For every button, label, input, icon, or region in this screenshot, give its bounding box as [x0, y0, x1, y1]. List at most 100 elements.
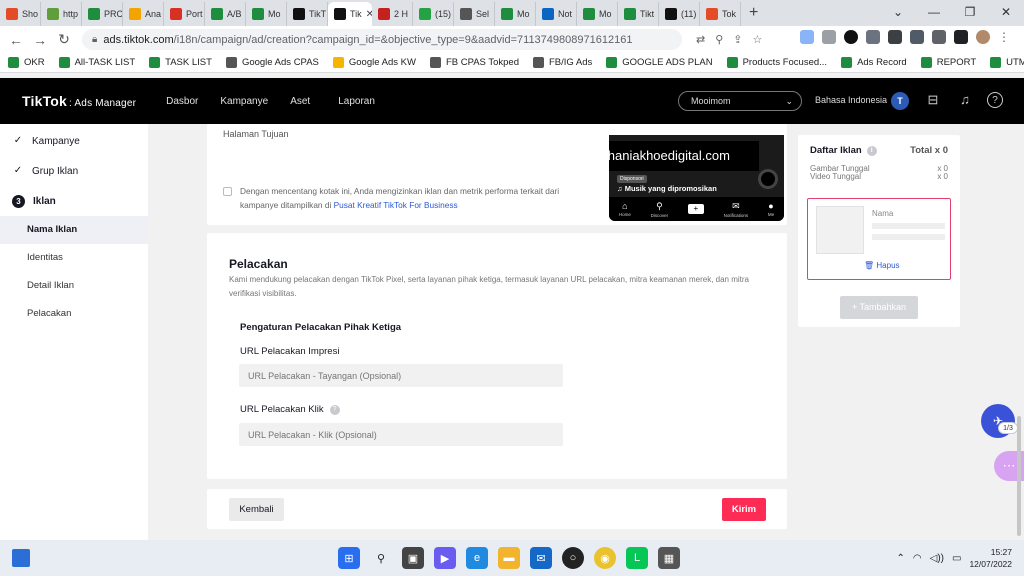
creative-center-link[interactable]: Pusat Kreatif TikTok For Business: [334, 200, 458, 210]
user-avatar[interactable]: T: [891, 92, 909, 110]
browser-tab[interactable]: Tikt: [618, 2, 659, 26]
extension-icon[interactable]: [844, 30, 858, 44]
back-arrow-icon[interactable]: ←: [4, 32, 28, 48]
bookmark-item[interactable]: Google Ads KW: [332, 57, 416, 68]
ad-item-card[interactable]: Nama 🗑︎ Hapus: [807, 198, 951, 280]
forward-arrow-icon[interactable]: →: [28, 32, 52, 48]
page-scrollbar[interactable]: [1017, 416, 1021, 536]
minimize-button[interactable]: —: [916, 0, 952, 26]
help-icon[interactable]: ?: [987, 92, 1003, 108]
browser-tab[interactable]: Ana: [123, 2, 164, 26]
bookmark-item[interactable]: UTM: [990, 57, 1024, 68]
add-ad-button[interactable]: + Tambahkan: [840, 296, 918, 319]
tiktok-logo[interactable]: TikTok: Ads Manager: [22, 93, 136, 109]
battery-icon[interactable]: ▭: [952, 553, 961, 564]
reload-icon[interactable]: ↻: [52, 31, 76, 48]
nav-aset[interactable]: Aset: [290, 96, 310, 107]
teams-chat-icon[interactable]: ▶: [434, 547, 456, 569]
nav-laporan[interactable]: Laporan: [338, 96, 375, 107]
browser-tab[interactable]: (15): [413, 2, 454, 26]
task-view-icon[interactable]: ▣: [402, 547, 424, 569]
browser-tab[interactable]: http: [41, 2, 82, 26]
briefcase-icon[interactable]: ⊟: [925, 92, 941, 108]
mail-icon[interactable]: ✉: [530, 547, 552, 569]
side-panel-icon[interactable]: [954, 30, 968, 44]
extension-icon[interactable]: [822, 30, 836, 44]
bookmark-item[interactable]: FB CPAS Tokped: [429, 57, 519, 68]
browser-tab[interactable]: Mo: [495, 2, 536, 26]
browser-tab[interactable]: TikT: [287, 2, 328, 26]
browser-tab[interactable]: Mo: [577, 2, 618, 26]
bookmark-item[interactable]: All-TASK LIST: [58, 57, 135, 68]
file-explorer-icon[interactable]: ▬: [498, 547, 520, 569]
browser-tab[interactable]: Port: [164, 2, 205, 26]
info-icon[interactable]: i: [866, 145, 877, 156]
widgets-icon[interactable]: [12, 549, 30, 567]
chevron-up-icon[interactable]: ⌃: [897, 553, 905, 564]
bookmark-item[interactable]: FB/IG Ads: [532, 57, 592, 68]
language-selector[interactable]: Bahasa Indonesia: [815, 95, 887, 105]
chrome-icon[interactable]: ◉: [594, 547, 616, 569]
consent-checkbox[interactable]: [223, 187, 232, 196]
wifi-icon[interactable]: ◠: [913, 553, 922, 564]
delete-ad-link[interactable]: 🗑︎ Hapus: [864, 261, 900, 270]
bell-icon[interactable]: ♫: [957, 92, 973, 108]
browser-tab[interactable]: Sel: [454, 2, 495, 26]
browser-tab[interactable]: A/B: [205, 2, 246, 26]
impression-url-input[interactable]: [239, 364, 563, 387]
zoom-icon[interactable]: ⚲: [715, 33, 723, 46]
bookmark-item[interactable]: Ads Record: [841, 57, 907, 68]
close-window-button[interactable]: ✕: [988, 0, 1024, 26]
line-icon[interactable]: L: [626, 547, 648, 569]
calculator-icon[interactable]: ▦: [658, 547, 680, 569]
volume-icon[interactable]: ◁)): [930, 553, 944, 564]
step-kampanye[interactable]: ✓ Kampanye: [0, 126, 148, 156]
bookmark-star-icon[interactable]: ☆: [753, 33, 763, 46]
url-field[interactable]: 🔒︎ ads.tiktok.com/i18n/campaign/ad/creat…: [82, 29, 682, 50]
bookmark-item[interactable]: TASK LIST: [149, 57, 212, 68]
sidebar-item-pelacakan[interactable]: Pelacakan: [0, 300, 148, 328]
browser-tab[interactable]: PRC: [82, 2, 123, 26]
app-icon[interactable]: ○: [562, 547, 584, 569]
sidebar-item-detail-iklan[interactable]: Detail Iklan: [0, 272, 148, 300]
extension-icon[interactable]: [910, 30, 924, 44]
extension-icon[interactable]: [866, 30, 880, 44]
sidebar-item-identitas[interactable]: Identitas: [0, 244, 148, 272]
step-grup-iklan[interactable]: ✓ Grup Iklan: [0, 156, 148, 186]
sidebar-item-nama-iklan[interactable]: Nama Iklan: [0, 216, 148, 244]
browser-tab[interactable]: Not: [536, 2, 577, 26]
extension-icon[interactable]: [800, 30, 814, 44]
submit-button[interactable]: Kirim: [722, 498, 766, 521]
tab-search-icon[interactable]: ⌄: [880, 0, 916, 26]
extension-icon[interactable]: [888, 30, 902, 44]
more-menu-icon[interactable]: ⋮: [998, 30, 1010, 44]
browser-tab[interactable]: Tok: [700, 2, 741, 26]
browser-tab[interactable]: (11): [659, 2, 700, 26]
puzzle-icon[interactable]: [932, 30, 946, 44]
share-icon[interactable]: ⇪: [733, 33, 742, 46]
search-icon[interactable]: ⚲: [370, 547, 392, 569]
translate-icon[interactable]: ⇄: [696, 33, 705, 46]
back-button[interactable]: Kembali: [229, 498, 284, 521]
browser-tab[interactable]: 2 H: [372, 2, 413, 26]
profile-avatar[interactable]: [976, 30, 990, 44]
account-selector[interactable]: Mooimom ⌄: [678, 91, 802, 111]
bookmark-item[interactable]: OKR: [8, 57, 45, 68]
browser-tab[interactable]: Tik ✕: [328, 2, 372, 26]
restore-button[interactable]: ❐: [952, 0, 988, 26]
nav-dasbor[interactable]: Dasbor: [166, 96, 198, 107]
new-tab-button[interactable]: +: [741, 2, 766, 26]
start-icon[interactable]: ⊞: [338, 547, 360, 569]
browser-tab[interactable]: Sho: [0, 2, 41, 26]
edge-icon[interactable]: e: [466, 547, 488, 569]
help-icon[interactable]: ?: [329, 404, 340, 415]
step-iklan[interactable]: 3 Iklan: [0, 186, 148, 216]
browser-tab[interactable]: Mo: [246, 2, 287, 26]
click-url-input[interactable]: [239, 423, 563, 446]
nav-kampanye[interactable]: Kampanye: [220, 96, 268, 107]
bookmark-item[interactable]: REPORT: [920, 57, 976, 68]
clock[interactable]: 15:27 12/07/2022: [969, 546, 1012, 570]
bookmark-item[interactable]: Products Focused...: [726, 57, 827, 68]
bookmark-item[interactable]: GOOGLE ADS PLAN: [606, 57, 713, 68]
bookmark-item[interactable]: Google Ads CPAS: [225, 57, 319, 68]
